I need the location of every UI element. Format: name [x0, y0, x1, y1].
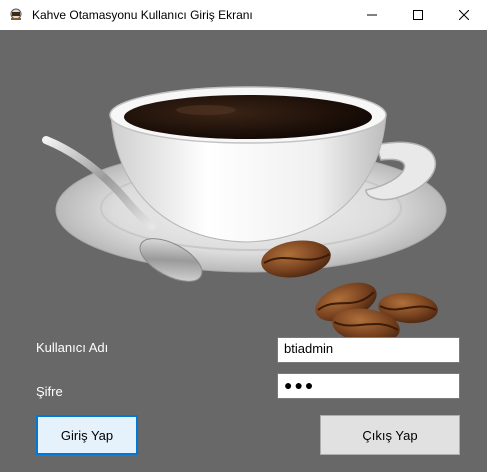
username-value: btiadmin — [284, 341, 334, 356]
maximize-icon — [413, 10, 423, 20]
username-label: Kullanıcı Adı — [36, 340, 109, 355]
login-form-area: Kullanıcı Adı btiadmin Şifre ●●● Giriş Y… — [0, 30, 487, 472]
password-label: Şifre — [36, 384, 63, 399]
username-input[interactable]: btiadmin — [277, 337, 460, 363]
login-button[interactable]: Giriş Yap — [36, 415, 138, 455]
login-button-label: Giriş Yap — [60, 427, 114, 443]
window-title: Kahve Otamasyonu Kullanıcı Giriş Ekranı — [32, 8, 253, 22]
login-window: Kahve Otamasyonu Kullanıcı Giriş Ekranı — [0, 0, 487, 472]
window-controls — [349, 0, 487, 30]
coffee-cup-illustration — [42, 86, 447, 344]
title-bar[interactable]: Kahve Otamasyonu Kullanıcı Giriş Ekranı — [0, 0, 487, 30]
app-icon — [8, 7, 24, 23]
password-input[interactable]: ●●● — [277, 373, 460, 399]
minimize-button[interactable] — [349, 0, 395, 30]
exit-button-label: Çıkış Yap — [362, 427, 418, 443]
minimize-icon — [367, 14, 377, 16]
exit-button[interactable]: Çıkış Yap — [320, 415, 460, 455]
close-icon — [459, 10, 469, 20]
close-button[interactable] — [441, 0, 487, 30]
password-masked-value: ●●● — [284, 377, 316, 393]
maximize-button[interactable] — [395, 0, 441, 30]
